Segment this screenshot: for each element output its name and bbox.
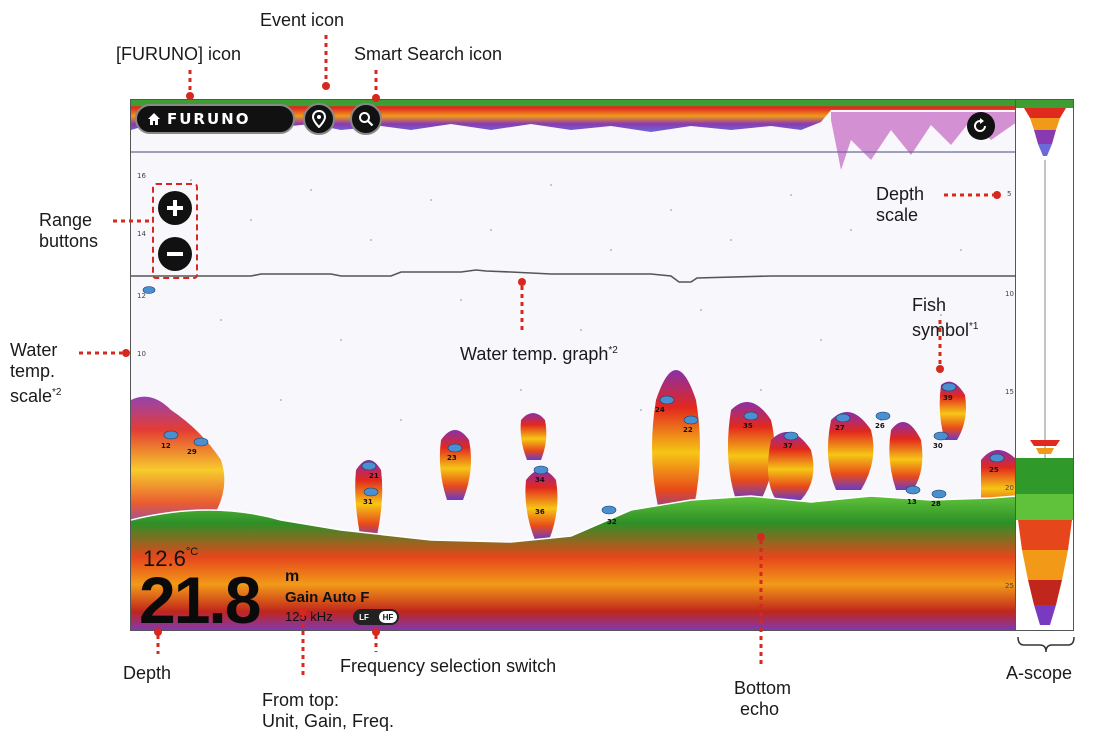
event-button[interactable] <box>303 103 335 135</box>
fish-label: 31 <box>363 498 373 506</box>
fish-label: 37 <box>783 442 793 450</box>
furuno-label: FURUNO <box>167 110 251 128</box>
annotation-depth-scale-2: scale <box>876 205 919 225</box>
a-scope-panel <box>1016 99 1074 631</box>
temp-tick-10: 10 <box>137 350 146 358</box>
depth-tick-15: 15 <box>1005 388 1014 396</box>
annotation-water-temp-scale-1: Water <box>10 340 58 360</box>
annotation-depth-scale-1: Depth <box>876 184 925 204</box>
annotation-from-top-1: From top: <box>262 690 340 710</box>
fish-label: 26 <box>875 422 885 430</box>
a-scope-canvas <box>1016 100 1073 630</box>
frequency-selection-switch[interactable]: LF HF <box>353 609 399 625</box>
annotation-depth: Depth <box>123 663 172 683</box>
annotation-from-top-2: Unit, Gain, Freq. <box>262 711 395 731</box>
fish-label: 21 <box>369 472 379 480</box>
echogram-canvas: 5 10 15 20 25 16 14 12 10 23 32 12 29 34… <box>131 100 1015 630</box>
depth-tick-25: 25 <box>1005 582 1014 590</box>
fish-label: 24 <box>655 406 665 414</box>
range-buttons-group <box>152 183 198 279</box>
annotation-fish-symbol-2: symbol*1 <box>912 320 979 340</box>
fish-label: 23 <box>447 454 457 462</box>
fish-label: 29 <box>187 448 197 456</box>
annotation-water-temp-graph: Water temp. graph*2 <box>460 344 618 364</box>
location-pin-icon <box>312 110 326 128</box>
range-minus-button[interactable] <box>158 237 192 271</box>
annotation-water-temp-scale-3: scale*2 <box>10 386 62 406</box>
fish-label: 25 <box>989 466 999 474</box>
smart-search-button[interactable] <box>350 103 382 135</box>
fish-label: 30 <box>933 442 943 450</box>
annotation-bottom-echo-1: Bottom <box>734 678 792 698</box>
fish-label: 39 <box>943 394 953 402</box>
temp-tick-16: 16 <box>137 172 146 180</box>
fish-label: 34 <box>535 476 545 484</box>
depth-tick-5: 5 <box>1007 190 1011 198</box>
freq-option-lf[interactable]: LF <box>355 611 373 623</box>
furuno-home-button[interactable]: FURUNO <box>135 104 295 134</box>
water-temperature-unit: °C <box>185 546 199 558</box>
fish-label: 27 <box>835 424 845 432</box>
fish-label: 36 <box>535 508 545 516</box>
depth-readout: 21.8 <box>139 563 261 631</box>
annotation-event-icon: Event icon <box>260 10 345 30</box>
search-icon <box>359 112 374 127</box>
temp-tick-12: 12 <box>137 292 146 300</box>
depth-unit: m <box>285 568 300 585</box>
echogram-display[interactable]: 5 10 15 20 25 16 14 12 10 23 32 12 29 34… <box>130 99 1016 631</box>
fish-label: 12 <box>161 442 171 450</box>
fish-label: 13 <box>907 498 917 506</box>
fish-label: 22 <box>683 426 693 434</box>
undo-button[interactable] <box>967 112 995 140</box>
depth-tick-10: 10 <box>1005 290 1014 298</box>
gain-readout[interactable]: Gain Auto F <box>285 589 369 606</box>
annotation-smart-search-icon: Smart Search icon <box>354 44 503 64</box>
frequency-readout: 125 kHz <box>285 609 333 624</box>
home-icon <box>148 113 160 125</box>
fish-label: 32 <box>607 518 617 526</box>
annotation-frequency-switch: Frequency selection switch <box>340 656 557 676</box>
fish-label: 28 <box>931 500 941 508</box>
depth-tick-20: 20 <box>1005 484 1014 492</box>
range-plus-button[interactable] <box>158 191 192 225</box>
annotation-range-buttons-2: buttons <box>39 231 99 251</box>
fish-label: 35 <box>743 422 753 430</box>
annotation-a-scope: A-scope <box>1006 663 1073 683</box>
plus-icon <box>167 200 183 216</box>
undo-icon <box>974 118 986 132</box>
annotation-water-temp-scale-2: temp. <box>10 361 56 381</box>
annotation-range-buttons-1: Range <box>39 210 93 230</box>
annotation-fish-symbol-1: Fish <box>912 295 947 315</box>
freq-option-hf[interactable]: HF <box>379 611 397 623</box>
annotation-furuno-icon: [FURUNO] icon <box>116 44 242 64</box>
minus-icon <box>167 252 183 256</box>
annotation-bottom-echo-2: echo <box>740 699 780 719</box>
temp-tick-14: 14 <box>137 230 146 238</box>
